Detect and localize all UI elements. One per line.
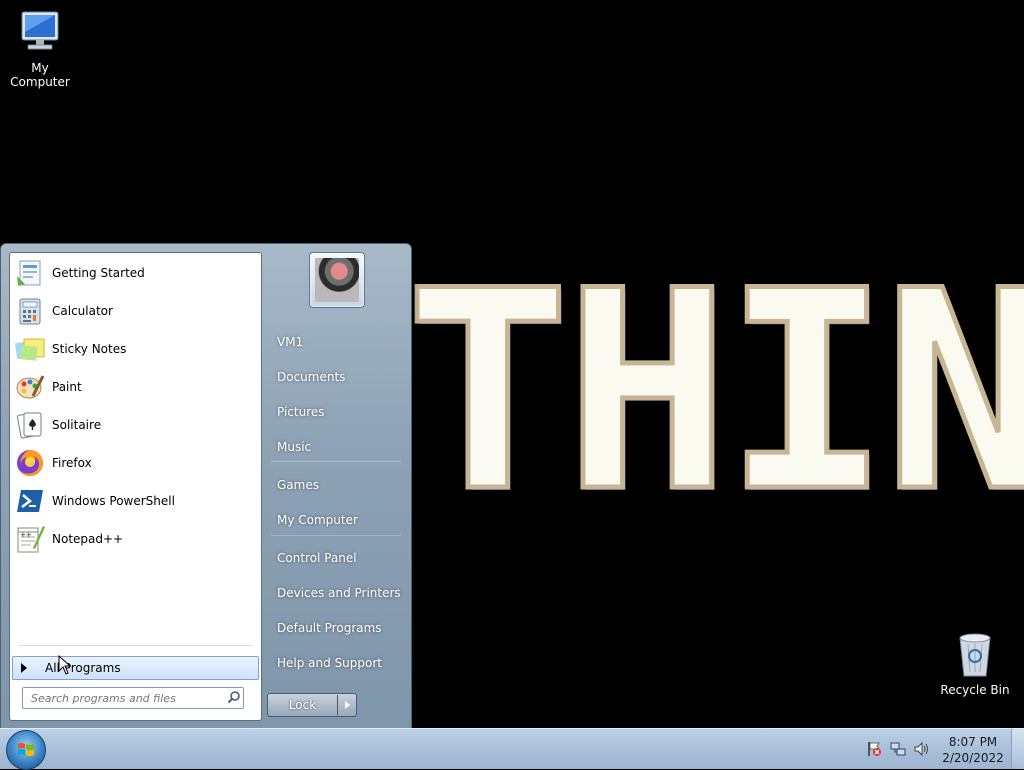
system-tray	[866, 741, 930, 760]
taskbar: 8:07 PM 2/20/2022	[0, 728, 1024, 770]
search-input[interactable]	[29, 690, 223, 706]
svg-text:++: ++	[20, 531, 32, 539]
places-pane: VM1 Documents Pictures Music Games My Co…	[263, 252, 403, 722]
program-label: Sticky Notes	[52, 342, 127, 356]
separator	[18, 645, 253, 646]
program-windows-powershell[interactable]: Windows PowerShell	[14, 483, 254, 519]
link-documents[interactable]: Documents	[267, 363, 412, 391]
mouse-cursor-icon	[58, 654, 72, 678]
separator	[271, 461, 401, 462]
link-help-and-support[interactable]: Help and Support	[267, 649, 412, 677]
sticky-notes-icon	[14, 333, 46, 365]
program-label: Notepad++	[52, 532, 124, 546]
link-default-programs[interactable]: Default Programs	[267, 614, 412, 642]
all-programs-button[interactable]: All Programs	[12, 656, 259, 680]
taskbar-clock[interactable]: 8:07 PM 2/20/2022	[938, 734, 1008, 766]
program-notepad-plus-plus[interactable]: ++ Notepad++	[14, 521, 254, 557]
shutdown-options-arrow-icon[interactable]	[337, 695, 356, 715]
clock-time: 8:07 PM	[948, 735, 998, 749]
link-user-folder[interactable]: VM1	[267, 328, 412, 356]
recycle-bin-icon	[935, 630, 1015, 681]
programs-pane: Getting Started Calculator Sticky Notes …	[9, 252, 262, 721]
program-label: Firefox	[52, 456, 92, 470]
program-label: Solitaire	[52, 418, 102, 432]
desktop-icon-my-computer[interactable]: My Computer	[0, 8, 80, 89]
program-calculator[interactable]: Calculator	[14, 293, 254, 329]
desktop-icon-recycle-bin[interactable]: Recycle Bin	[935, 630, 1015, 697]
search-icon[interactable]	[227, 690, 241, 707]
desktop-icon-label: My Computer	[10, 61, 70, 89]
link-pictures[interactable]: Pictures	[267, 398, 412, 426]
program-firefox[interactable]: Firefox	[14, 445, 254, 481]
triangle-right-icon	[21, 663, 27, 673]
lock-button[interactable]: Lock	[267, 693, 357, 717]
desktop-icon-label: Recycle Bin	[940, 683, 1010, 697]
start-button[interactable]	[6, 730, 46, 770]
show-desktop-button[interactable]	[1011, 729, 1024, 769]
search-box[interactable]	[22, 687, 244, 709]
notepadpp-icon: ++	[14, 523, 46, 555]
link-my-computer[interactable]: My Computer	[267, 506, 412, 534]
program-sticky-notes[interactable]: Sticky Notes	[14, 331, 254, 367]
paint-icon	[14, 371, 46, 403]
program-paint[interactable]: Paint	[14, 369, 254, 405]
network-icon[interactable]	[890, 741, 906, 760]
calculator-icon	[14, 295, 46, 327]
program-label: Paint	[52, 380, 82, 394]
link-devices-and-printers[interactable]: Devices and Printers	[267, 579, 412, 607]
program-getting-started[interactable]: Getting Started	[14, 255, 254, 291]
clock-date: 2/20/2022	[942, 751, 1004, 765]
getting-started-icon	[14, 257, 46, 289]
action-center-flag-icon[interactable]	[866, 741, 882, 760]
wallpaper-text: THING	[405, 270, 1024, 515]
link-music[interactable]: Music	[267, 433, 412, 461]
computer-icon	[0, 8, 80, 59]
link-control-panel[interactable]: Control Panel	[267, 544, 412, 572]
program-solitaire[interactable]: Solitaire	[14, 407, 254, 443]
program-label: Windows PowerShell	[52, 494, 175, 508]
powershell-icon	[14, 485, 46, 517]
all-programs-label: All Programs	[45, 661, 121, 675]
link-games[interactable]: Games	[267, 471, 412, 499]
program-label: Calculator	[52, 304, 113, 318]
volume-icon[interactable]	[914, 741, 930, 760]
windows-logo-icon	[18, 743, 34, 756]
user-picture-avatar[interactable]	[309, 252, 365, 308]
firefox-icon	[14, 447, 46, 479]
solitaire-icon	[14, 409, 46, 441]
separator	[271, 535, 401, 536]
lock-label: Lock	[288, 698, 317, 712]
program-label: Getting Started	[52, 266, 145, 280]
